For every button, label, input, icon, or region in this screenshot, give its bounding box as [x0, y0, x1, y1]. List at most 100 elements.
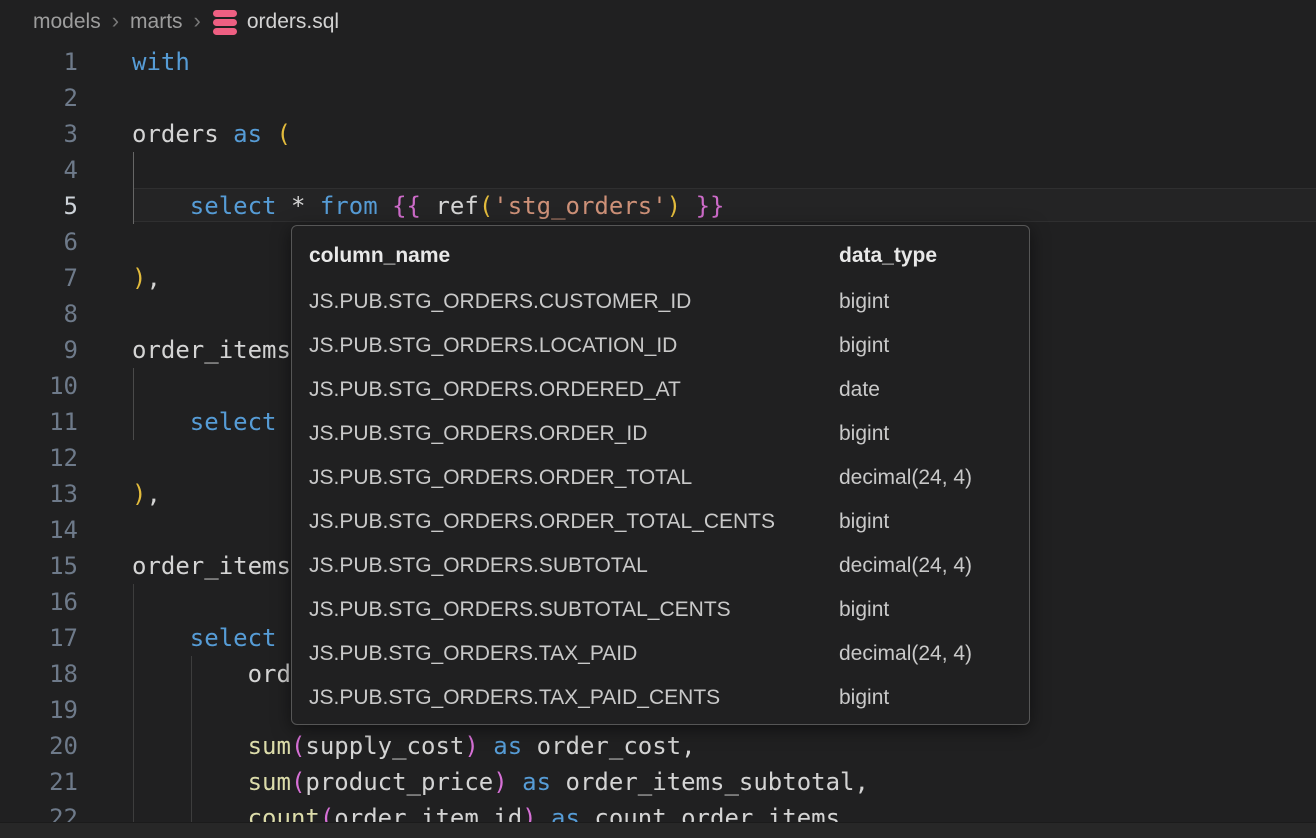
data-type-cell: bigint: [839, 598, 1029, 622]
token: select: [190, 624, 277, 652]
line-number[interactable]: 9: [0, 332, 78, 368]
token: orders: [132, 120, 219, 148]
data-type-cell: bigint: [839, 422, 1029, 446]
token: sum: [248, 732, 291, 760]
token: ord: [132, 660, 291, 688]
tooltip-header-column-name: column_name: [309, 244, 839, 268]
token: *: [291, 192, 305, 220]
line-number[interactable]: 7: [0, 260, 78, 296]
data-type-cell: bigint: [839, 290, 1029, 314]
line-number[interactable]: 15: [0, 548, 78, 584]
line-number[interactable]: 5: [0, 188, 78, 224]
line-number[interactable]: 2: [0, 80, 78, 116]
column-name-cell: JS.PUB.STG_ORDERS.TAX_PAID_CENTS: [309, 686, 839, 710]
data-type-cell: decimal(24, 4): [839, 554, 1029, 578]
token: 'stg_orders': [493, 192, 666, 220]
token: ): [493, 768, 507, 796]
line-number[interactable]: 8: [0, 296, 78, 332]
tooltip-header-data-type: data_type: [839, 244, 1029, 268]
token: {{: [392, 192, 421, 220]
code-line[interactable]: 3 orders as (: [0, 116, 1316, 152]
token: as: [493, 732, 522, 760]
data-type-cell: decimal(24, 4): [839, 466, 1029, 490]
table-row: JS.PUB.STG_ORDERS.TAX_PAIDdecimal(24, 4): [292, 632, 1029, 676]
token: from: [320, 192, 378, 220]
column-name-cell: JS.PUB.STG_ORDERS.ORDER_ID: [309, 422, 839, 446]
line-number[interactable]: 1: [0, 44, 78, 80]
line-number[interactable]: 12: [0, 440, 78, 476]
token: with: [132, 48, 190, 76]
code-text: order_items: [132, 548, 291, 584]
line-number[interactable]: 20: [0, 728, 78, 764]
table-row: JS.PUB.STG_ORDERS.LOCATION_IDbigint: [292, 324, 1029, 368]
code-line[interactable]: 5 select * from {{ ref('stg_orders') }}: [0, 188, 1316, 224]
token: }}: [696, 192, 725, 220]
token: (: [291, 768, 305, 796]
table-row: JS.PUB.STG_ORDERS.CUSTOMER_IDbigint: [292, 280, 1029, 324]
code-line[interactable]: 2: [0, 80, 1316, 116]
tooltip-rows: JS.PUB.STG_ORDERS.CUSTOMER_IDbigintJS.PU…: [292, 280, 1029, 720]
code-text: ),: [132, 476, 161, 512]
token: order_cost: [537, 732, 682, 760]
database-icon: [212, 9, 238, 36]
token: order_items_subtotal: [566, 768, 855, 796]
editor-window: models › marts › orders.sql 1 with 23 order…: [0, 0, 1316, 838]
token: [132, 732, 248, 760]
token: [479, 732, 493, 760]
data-type-cell: bigint: [839, 686, 1029, 710]
line-number[interactable]: 11: [0, 404, 78, 440]
line-number[interactable]: 17: [0, 620, 78, 656]
table-row: JS.PUB.STG_ORDERS.ORDER_IDbigint: [292, 412, 1029, 456]
schema-tooltip: column_name data_type JS.PUB.STG_ORDERS.…: [291, 225, 1030, 725]
token: ,: [146, 264, 160, 292]
breadcrumb-item-models[interactable]: models: [33, 10, 101, 34]
token: order_items: [132, 336, 291, 364]
token: (: [277, 120, 291, 148]
table-row: JS.PUB.STG_ORDERS.ORDERED_ATdate: [292, 368, 1029, 412]
token: [681, 192, 695, 220]
breadcrumb-item-marts[interactable]: marts: [130, 10, 183, 34]
token: as: [233, 120, 262, 148]
code-line[interactable]: 21 sum(product_price) as order_items_sub…: [0, 764, 1316, 800]
line-number[interactable]: 21: [0, 764, 78, 800]
token: [305, 192, 319, 220]
data-type-cell: date: [839, 378, 1029, 402]
token: ): [132, 480, 146, 508]
column-name-cell: JS.PUB.STG_ORDERS.CUSTOMER_ID: [309, 290, 839, 314]
token: ): [464, 732, 478, 760]
column-name-cell: JS.PUB.STG_ORDERS.SUBTOTAL: [309, 554, 839, 578]
line-number[interactable]: 6: [0, 224, 78, 260]
token: (: [291, 732, 305, 760]
token: sum: [248, 768, 291, 796]
column-name-cell: JS.PUB.STG_ORDERS.ORDER_TOTAL_CENTS: [309, 510, 839, 534]
chevron-right-icon: ›: [112, 8, 119, 34]
line-number[interactable]: 4: [0, 152, 78, 188]
token: product_price: [305, 768, 493, 796]
chevron-right-icon: ›: [194, 8, 201, 34]
breadcrumb-file-name[interactable]: orders.sql: [247, 10, 339, 34]
table-row: JS.PUB.STG_ORDERS.TAX_PAID_CENTSbigint: [292, 676, 1029, 720]
line-number[interactable]: 13: [0, 476, 78, 512]
line-number[interactable]: 16: [0, 584, 78, 620]
token: [522, 732, 536, 760]
column-name-cell: JS.PUB.STG_ORDERS.ORDER_TOTAL: [309, 466, 839, 490]
token: ): [667, 192, 681, 220]
code-line[interactable]: 20 sum(supply_cost) as order_cost,: [0, 728, 1316, 764]
line-number[interactable]: 3: [0, 116, 78, 152]
token: [132, 624, 190, 652]
code-line[interactable]: 4: [0, 152, 1316, 188]
table-row: JS.PUB.STG_ORDERS.ORDER_TOTALdecimal(24,…: [292, 456, 1029, 500]
line-number[interactable]: 18: [0, 656, 78, 692]
code-text: ),: [132, 260, 161, 296]
line-number[interactable]: 19: [0, 692, 78, 728]
data-type-cell: bigint: [839, 334, 1029, 358]
code-line[interactable]: 1 with: [0, 44, 1316, 80]
token: select: [190, 192, 277, 220]
column-name-cell: JS.PUB.STG_ORDERS.TAX_PAID: [309, 642, 839, 666]
line-number[interactable]: 10: [0, 368, 78, 404]
token: (: [479, 192, 493, 220]
line-number[interactable]: 14: [0, 512, 78, 548]
code-text: ord: [132, 656, 291, 692]
code-text: select: [132, 404, 277, 440]
code-text: orders as (: [132, 116, 291, 152]
